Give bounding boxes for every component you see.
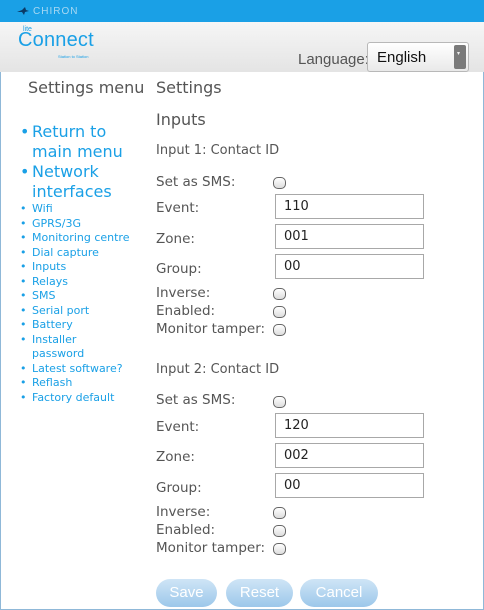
top-bar: CHIRON (0, 0, 484, 22)
set-as-sms-label: Set as SMS: (156, 392, 236, 408)
input-1-zone-field[interactable] (275, 224, 424, 249)
input-2-zone-field[interactable] (275, 443, 424, 468)
menu-link[interactable]: Relays (32, 275, 68, 288)
group-label: Group: (156, 261, 202, 277)
sidebar-item-battery: Battery (20, 318, 152, 333)
monitor-tamper-label: Monitor tamper: (156, 321, 266, 337)
sidebar-item-serial-port: Serial port (20, 304, 152, 319)
input-1-inverse-checkbox[interactable] (273, 288, 286, 300)
menu-link[interactable]: Factory default (32, 391, 114, 404)
input-1-heading: Input 1: Contact ID (156, 143, 280, 158)
monitor-tamper-label: Monitor tamper: (156, 540, 266, 556)
logo-text: Connect (18, 29, 94, 51)
language-select[interactable]: English ▾ (367, 42, 469, 72)
menu-link[interactable]: SMS (32, 289, 55, 302)
menu-link[interactable]: Network interfaces (32, 162, 112, 201)
sidebar-item-return-to-main-menu: Return to main menu (20, 122, 142, 162)
menu-link[interactable]: Wifi (32, 202, 53, 215)
sidebar-item-wifi: Wifi (20, 202, 152, 217)
sidebar-item-network-interfaces: Network interfaces (20, 162, 142, 202)
chiron-brand: CHIRON (16, 3, 78, 19)
input-2-monitor-tamper-checkbox[interactable] (273, 543, 286, 555)
input-2-group-field[interactable] (275, 473, 424, 498)
chiron-logo-icon (17, 7, 29, 15)
sidebar-item-relays: Relays (20, 275, 152, 290)
sidebar-item-gprs-3g: GPRS/3G (20, 217, 152, 232)
language-label: Language: (298, 51, 369, 68)
menu-link[interactable]: Dial capture (32, 246, 99, 259)
menu-link[interactable]: Inputs (32, 260, 66, 273)
menu-link[interactable]: GPRS/3G (32, 217, 81, 230)
cancel-button[interactable]: Cancel (300, 579, 378, 607)
sidebar-item-factory-default: Factory default (20, 391, 152, 406)
input-2-inverse-checkbox[interactable] (273, 507, 286, 519)
menu-link[interactable]: Return to main menu (32, 122, 123, 161)
save-button[interactable]: Save (156, 579, 217, 607)
set-as-sms-label: Set as SMS: (156, 174, 236, 190)
menu-link[interactable]: Reflash (32, 376, 72, 389)
menu-link[interactable]: Latest software? (32, 362, 123, 375)
menu-link[interactable]: Monitoring centre (32, 231, 129, 244)
input-1-group-field[interactable] (275, 254, 424, 279)
input-1-set-as-sms-checkbox[interactable] (273, 177, 286, 189)
zone-label: Zone: (156, 449, 195, 465)
event-label: Event: (156, 419, 200, 435)
menu-link[interactable]: Installer password (32, 333, 84, 361)
input-2-set-as-sms-checkbox[interactable] (273, 396, 286, 408)
dropdown-arrow-icon: ▾ (454, 45, 466, 69)
page-title: Settings (156, 78, 222, 97)
input-1-event-field[interactable] (275, 194, 424, 219)
menu-link[interactable]: Battery (32, 318, 73, 331)
brand-name: CHIRON (33, 5, 79, 17)
sidebar-item-sms: SMS (20, 289, 152, 304)
group-label: Group: (156, 480, 202, 496)
sidebar-item-reflash: Reflash (20, 376, 152, 391)
menu-link[interactable]: Serial port (32, 304, 89, 317)
zone-label: Zone: (156, 231, 195, 247)
inverse-label: Inverse: (156, 504, 211, 520)
input-2-event-field[interactable] (275, 413, 424, 438)
reset-button[interactable]: Reset (226, 579, 293, 607)
sidebar-item-latest-software: Latest software? (20, 362, 152, 377)
language-value: English (377, 49, 427, 66)
input-1-enabled-checkbox[interactable] (273, 306, 286, 318)
input-1-monitor-tamper-checkbox[interactable] (273, 324, 286, 336)
input-2-enabled-checkbox[interactable] (273, 525, 286, 537)
sidebar-item-dial-capture: Dial capture (20, 246, 152, 261)
section-title: Inputs (156, 110, 206, 129)
sidebar-item-installer-password: Installer password (20, 333, 112, 362)
inverse-label: Inverse: (156, 285, 211, 301)
enabled-label: Enabled: (156, 303, 216, 319)
enabled-label: Enabled: (156, 522, 216, 538)
event-label: Event: (156, 200, 200, 216)
sidebar-item-inputs: Inputs (20, 260, 152, 275)
header: lite Connect Station to Station Language… (0, 22, 484, 72)
sidebar-title: Settings menu (28, 78, 145, 97)
sidebar-item-monitoring-centre: Monitoring centre (20, 231, 152, 246)
input-2-heading: Input 2: Contact ID (156, 362, 280, 377)
logo-tagline: Station to Station (58, 54, 89, 59)
settings-menu: Return to main menu Network interfaces W… (20, 122, 152, 405)
